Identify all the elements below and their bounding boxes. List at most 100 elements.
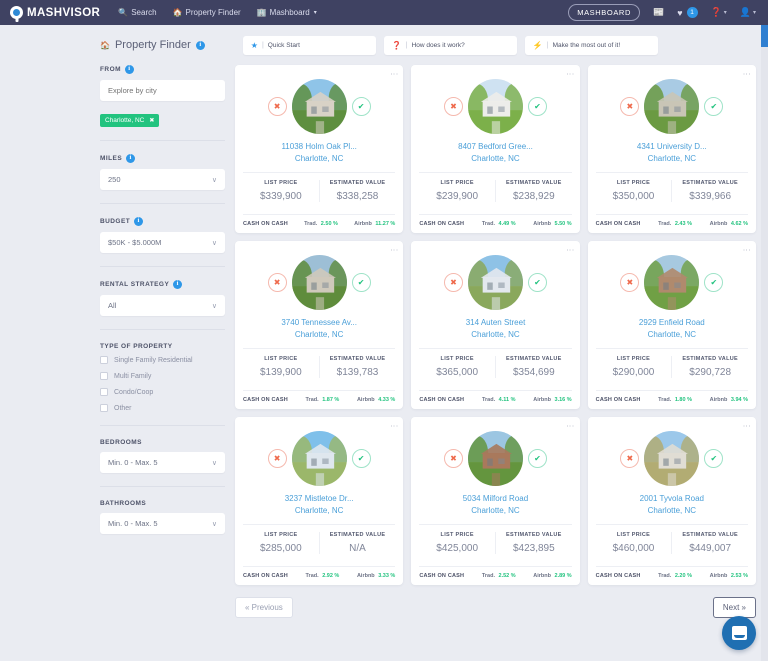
property-card[interactable]: ⋮ ✖ ✔ 3740 Tennessee Av... Charlotte, NC… xyxy=(235,241,403,409)
page-scrollbar-thumb[interactable] xyxy=(761,25,768,47)
reject-property-button[interactable]: ✖ xyxy=(444,97,463,116)
reject-property-button[interactable]: ✖ xyxy=(620,449,639,468)
property-photo[interactable] xyxy=(292,431,347,486)
more-vertical-icon[interactable]: ⋮ xyxy=(567,246,573,254)
property-card[interactable]: ⋮ ✖ ✔ 4341 University D... Charlotte, NC… xyxy=(588,65,756,233)
primary-nav-links: 🔍 Search 🏠 Property Finder 🏢 Mashboard ▾ xyxy=(118,8,316,17)
property-card[interactable]: ⋮ ✖ ✔ 8407 Bedford Gree... Charlotte, NC… xyxy=(411,65,579,233)
property-card[interactable]: ⋮ ✖ ✔ 11038 Holm Oak Pl... Charlotte, NC… xyxy=(235,65,403,233)
rental-strategy-select[interactable]: All ∨ xyxy=(100,295,225,316)
close-icon[interactable]: ✖ xyxy=(149,117,154,124)
airbnb-value: 2.53 % xyxy=(731,573,748,579)
checkbox-icon[interactable] xyxy=(100,356,108,364)
property-card[interactable]: ⋮ ✖ ✔ 2929 Enfield Road Charlotte, NC LI… xyxy=(588,241,756,409)
more-vertical-icon[interactable]: ⋮ xyxy=(743,70,749,78)
reject-property-button[interactable]: ✖ xyxy=(444,449,463,468)
trad-label: Trad. xyxy=(306,397,319,403)
user-menu-button[interactable]: 👤 ▾ xyxy=(740,7,756,18)
previous-page-button[interactable]: « Previous xyxy=(235,597,293,618)
checkbox-icon[interactable] xyxy=(100,372,108,380)
accept-property-button[interactable]: ✔ xyxy=(528,273,547,292)
nav-item-search[interactable]: 🔍 Search xyxy=(118,8,156,17)
quicklink-make-the-most[interactable]: ⚡ | Make the most out of it! xyxy=(525,36,658,55)
property-address-link[interactable]: 11038 Holm Oak Pl... Charlotte, NC xyxy=(243,141,395,164)
chat-widget-button[interactable] xyxy=(722,616,756,650)
checkbox-icon[interactable] xyxy=(100,388,108,396)
accept-property-button[interactable]: ✔ xyxy=(704,97,723,116)
accept-property-button[interactable]: ✔ xyxy=(352,97,371,116)
property-address-link[interactable]: 8407 Bedford Gree... Charlotte, NC xyxy=(419,141,571,164)
property-photo[interactable] xyxy=(468,79,523,134)
property-address: 2001 Tyvola Road xyxy=(640,494,704,503)
property-address-link[interactable]: 2001 Tyvola Road Charlotte, NC xyxy=(596,493,748,516)
property-card[interactable]: ⋮ ✖ ✔ 314 Auten Street Charlotte, NC LIS… xyxy=(411,241,579,409)
more-vertical-icon[interactable]: ⋮ xyxy=(390,422,396,430)
page-scrollbar-track[interactable] xyxy=(761,25,768,661)
property-address-link[interactable]: 3740 Tennessee Av... Charlotte, NC xyxy=(243,317,395,340)
nav-item-property-finder[interactable]: 🏠 Property Finder xyxy=(173,8,241,17)
property-card[interactable]: ⋮ ✖ ✔ 2001 Tyvola Road Charlotte, NC LIS… xyxy=(588,417,756,585)
checkbox-single-family-residential[interactable]: Single Family Residential xyxy=(100,356,225,364)
quicklink-quick-start[interactable]: ★ | Quick Start xyxy=(243,36,376,55)
property-address-link[interactable]: 5034 Milford Road Charlotte, NC xyxy=(419,493,571,516)
checkbox-condo-coop[interactable]: Condo/Coop xyxy=(100,388,225,396)
accept-property-button[interactable]: ✔ xyxy=(352,273,371,292)
info-icon[interactable]: i xyxy=(134,217,143,226)
checkbox-other[interactable]: Other xyxy=(100,404,225,412)
reject-property-button[interactable]: ✖ xyxy=(268,97,287,116)
property-address: 11038 Holm Oak Pl... xyxy=(281,142,356,151)
more-vertical-icon[interactable]: ⋮ xyxy=(567,422,573,430)
mashboard-button[interactable]: MASHBOARD xyxy=(568,4,640,21)
city-tag-charlotte[interactable]: Charlotte, NC ✖ xyxy=(100,114,159,127)
property-photo[interactable] xyxy=(292,79,347,134)
more-vertical-icon[interactable]: ⋮ xyxy=(390,246,396,254)
info-icon[interactable]: i xyxy=(126,154,135,163)
property-card[interactable]: ⋮ ✖ ✔ 3237 Mistletoe Dr... Charlotte, NC… xyxy=(235,417,403,585)
miles-select[interactable]: 250 ∨ xyxy=(100,169,225,190)
city-search-input[interactable] xyxy=(100,80,225,101)
budget-select[interactable]: $50K - $5.000M ∨ xyxy=(100,232,225,253)
property-address-link[interactable]: 314 Auten Street Charlotte, NC xyxy=(419,317,571,340)
reject-property-button[interactable]: ✖ xyxy=(620,273,639,292)
trad-value: 2.92 % xyxy=(322,573,339,579)
reject-property-button[interactable]: ✖ xyxy=(268,273,287,292)
more-vertical-icon[interactable]: ⋮ xyxy=(743,246,749,254)
reject-property-button[interactable]: ✖ xyxy=(444,273,463,292)
accept-property-button[interactable]: ✔ xyxy=(704,273,723,292)
reject-property-button[interactable]: ✖ xyxy=(620,97,639,116)
info-icon[interactable]: i xyxy=(125,65,134,74)
list-price-cell: LIST PRICE $425,000 xyxy=(419,532,495,554)
accept-property-button[interactable]: ✔ xyxy=(528,97,547,116)
property-photo[interactable] xyxy=(468,431,523,486)
accept-property-button[interactable]: ✔ xyxy=(528,449,547,468)
help-menu-button[interactable]: ❓ ▾ xyxy=(711,7,727,18)
more-vertical-icon[interactable]: ⋮ xyxy=(743,422,749,430)
property-photo[interactable] xyxy=(644,255,699,310)
bathrooms-select[interactable]: Min. 0 - Max. 5 ∨ xyxy=(100,513,225,534)
property-address-link[interactable]: 2929 Enfield Road Charlotte, NC xyxy=(596,317,748,340)
property-photo[interactable] xyxy=(292,255,347,310)
favorites-button[interactable]: ♥ 1 xyxy=(677,7,697,18)
checkbox-icon[interactable] xyxy=(100,404,108,412)
property-photo[interactable] xyxy=(644,431,699,486)
property-address-link[interactable]: 3237 Mistletoe Dr... Charlotte, NC xyxy=(243,493,395,516)
reject-property-button[interactable]: ✖ xyxy=(268,449,287,468)
nav-item-mashboard[interactable]: 🏢 Mashboard ▾ xyxy=(257,8,317,17)
accept-property-button[interactable]: ✔ xyxy=(352,449,371,468)
checkbox-multi-family[interactable]: Multi Family xyxy=(100,372,225,380)
info-icon[interactable]: i xyxy=(196,41,205,50)
cash-on-cash-row: CASH ON CASH Trad. 4.11 % Airbnb 3.16 % xyxy=(419,390,571,403)
next-page-button[interactable]: Next » xyxy=(713,597,756,618)
property-address-link[interactable]: 4341 University D... Charlotte, NC xyxy=(596,141,748,164)
brand-logo[interactable]: MASHVISOR xyxy=(10,6,100,19)
more-vertical-icon[interactable]: ⋮ xyxy=(390,70,396,78)
bedrooms-select[interactable]: Min. 0 - Max. 5 ∨ xyxy=(100,452,225,473)
more-vertical-icon[interactable]: ⋮ xyxy=(567,70,573,78)
info-icon[interactable]: i xyxy=(173,280,182,289)
quicklink-how-does-it-work[interactable]: ❓ | How does it work? xyxy=(384,36,517,55)
property-photo[interactable] xyxy=(468,255,523,310)
property-photo[interactable] xyxy=(644,79,699,134)
property-card[interactable]: ⋮ ✖ ✔ 5034 Milford Road Charlotte, NC LI… xyxy=(411,417,579,585)
news-card-icon[interactable]: 📰 xyxy=(653,7,664,18)
accept-property-button[interactable]: ✔ xyxy=(704,449,723,468)
